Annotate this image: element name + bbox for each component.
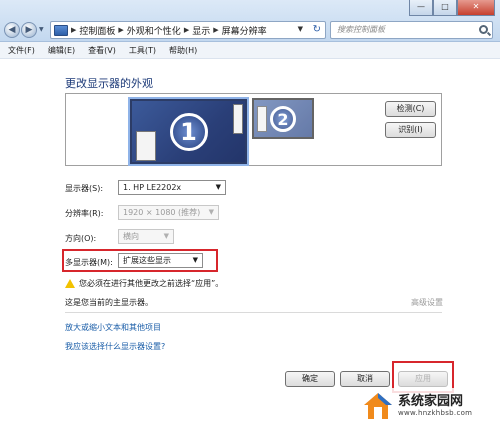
monitor-number-badge: 1 [169, 112, 208, 151]
apply-warning: 您必须在进行其他更改之前选择“应用”。 [65, 278, 223, 289]
page-title: 更改显示器的外观 [65, 77, 153, 90]
display-select-value: 1. HP LE2202x [123, 183, 182, 192]
resolution-select-value: 1920 × 1080 (推荐) [123, 208, 201, 217]
breadcrumb-control-panel[interactable]: 控制面板 [79, 24, 115, 37]
window-preview [233, 104, 243, 134]
cancel-button[interactable]: 取消 [340, 371, 390, 387]
text-size-link[interactable]: 放大或缩小文本和其他项目 [65, 322, 161, 333]
monitor-number-badge: 2 [270, 105, 296, 132]
watermark-url: www.hnzkhbsb.com [398, 409, 473, 417]
chevron-right-icon[interactable]: ▶ [184, 26, 189, 34]
chevron-down-icon: ▼ [215, 183, 221, 191]
resolution-label: 分辨率(R): [65, 209, 104, 218]
window-controls: — □ ✕ [409, 0, 495, 16]
address-bar[interactable]: ▶ 控制面板 ▶ 外观和个性化 ▶ 显示 ▶ 屏幕分辨率 ▼ ↻ [50, 21, 326, 39]
menu-view[interactable]: 查看(V) [88, 45, 116, 56]
divider [65, 312, 442, 313]
chevron-right-icon[interactable]: ▶ [71, 26, 76, 34]
watermark: 系统家园网 www.hnzkhbsb.com [362, 388, 498, 424]
detect-button[interactable]: 检测(C) [385, 101, 436, 117]
chevron-right-icon[interactable]: ▶ [213, 26, 218, 34]
watermark-title: 系统家园网 [398, 394, 464, 409]
orientation-label: 方向(O): [65, 234, 97, 243]
monitor-2[interactable]: 2 [252, 98, 314, 139]
chevron-down-icon: ▼ [163, 232, 169, 240]
multi-display-highlight [62, 249, 218, 272]
close-button[interactable]: ✕ [457, 0, 495, 16]
breadcrumb-screen-resolution[interactable]: 屏幕分辨率 [222, 24, 267, 37]
monitor-1[interactable]: 1 [130, 99, 247, 164]
orientation-select-value: 横向 [123, 232, 139, 241]
resolution-select[interactable]: 1920 × 1080 (推荐) ▼ [118, 205, 219, 220]
refresh-icon[interactable]: ↻ [313, 24, 321, 35]
search-icon[interactable] [479, 25, 488, 34]
control-panel-icon [54, 24, 68, 36]
forward-button[interactable]: ▶ [21, 22, 37, 38]
recent-pages-dropdown-icon[interactable]: ▼ [39, 26, 44, 33]
house-logo-icon [364, 393, 392, 419]
orientation-select[interactable]: 横向 ▼ [118, 229, 174, 244]
warning-icon [65, 279, 75, 288]
search-input[interactable]: 搜索控制面板 [330, 21, 493, 39]
watermark-text: 系统家园网 www.hnzkhbsb.com [398, 394, 473, 418]
address-dropdown-icon[interactable]: ▼ [298, 25, 303, 33]
search-placeholder: 搜索控制面板 [337, 25, 385, 34]
window-preview [136, 131, 156, 161]
breadcrumb-appearance[interactable]: 外观和个性化 [127, 24, 181, 37]
ok-button[interactable]: 确定 [285, 371, 335, 387]
identify-button[interactable]: 识别(I) [385, 122, 436, 138]
chevron-right-icon[interactable]: ▶ [118, 26, 123, 34]
menu-help[interactable]: 帮助(H) [169, 45, 197, 56]
menu-bar: 文件(F) 编辑(E) 查看(V) 工具(T) 帮助(H) [0, 42, 500, 59]
primary-display-note: 这是您当前的主显示器。 [65, 298, 153, 307]
back-button[interactable]: ◀ [4, 22, 20, 38]
minimize-button[interactable]: — [409, 0, 433, 16]
title-bar: ◀ ▶ ▼ ▶ 控制面板 ▶ 外观和个性化 ▶ 显示 ▶ 屏幕分辨率 ▼ ↻ 搜… [0, 0, 500, 42]
window-preview [257, 106, 267, 132]
menu-tools[interactable]: 工具(T) [129, 45, 156, 56]
display-select[interactable]: 1. HP LE2202x ▼ [118, 180, 226, 195]
advanced-settings-link[interactable]: 高级设置 [411, 297, 443, 308]
help-link[interactable]: 我应该选择什么显示器设置? [65, 341, 165, 352]
chevron-down-icon: ▼ [208, 208, 214, 216]
breadcrumb-display[interactable]: 显示 [192, 24, 210, 37]
display-label: 显示器(S): [65, 184, 104, 193]
menu-file[interactable]: 文件(F) [8, 45, 35, 56]
menu-edit[interactable]: 编辑(E) [48, 45, 75, 56]
maximize-button[interactable]: □ [433, 0, 457, 16]
warning-text: 您必须在进行其他更改之前选择“应用”。 [79, 279, 224, 288]
